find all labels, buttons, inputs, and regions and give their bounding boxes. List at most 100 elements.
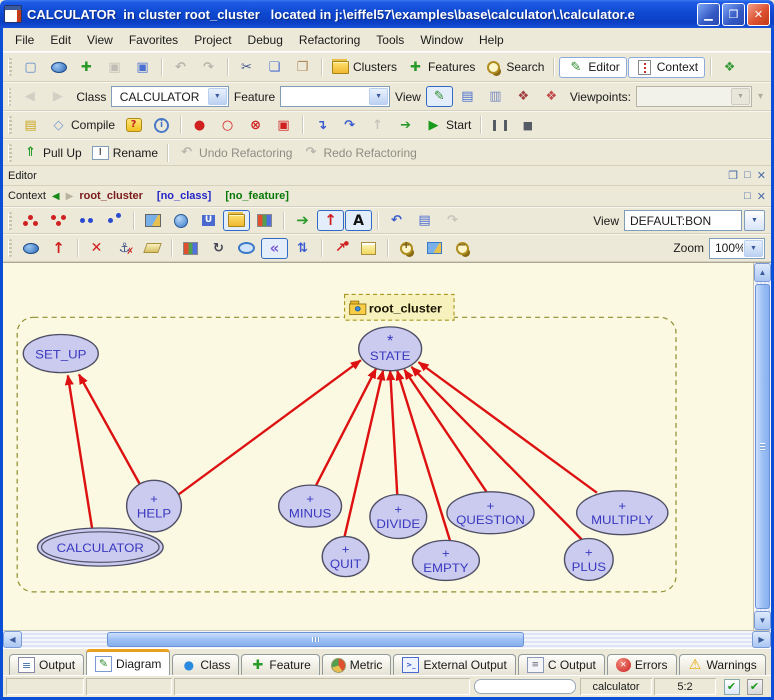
inheritance-link-help-state[interactable] [178, 360, 360, 494]
pull-up-button[interactable]: Pull Up [17, 142, 86, 163]
new-window-button[interactable] [17, 57, 44, 78]
class-node-set_up[interactable]: SET_UP [23, 334, 98, 372]
basic-text-view-button[interactable] [426, 86, 453, 107]
info-button[interactable] [148, 115, 175, 136]
class-supplier-tree-button[interactable] [45, 210, 72, 231]
pause-button[interactable] [486, 115, 513, 136]
breadcrumb-root_cluster[interactable]: root_cluster [79, 190, 143, 202]
diagram-zoom-combobox[interactable]: 100% [709, 238, 765, 259]
step-over-button[interactable] [336, 115, 363, 136]
paste-button[interactable] [289, 57, 316, 78]
diagram-history-button[interactable] [411, 210, 438, 231]
cluster-view-button[interactable] [223, 210, 250, 231]
breakpoint-disable-button[interactable] [214, 115, 241, 136]
maximize-button[interactable] [722, 3, 745, 26]
context-button[interactable]: Context [628, 57, 705, 78]
toolbar-grip[interactable] [8, 88, 11, 106]
relayout-button[interactable] [289, 210, 316, 231]
breakpoint-enable-button[interactable] [186, 115, 213, 136]
scroll-right-button[interactable] [752, 631, 771, 648]
diagram-zoom-dropdown-icon[interactable] [744, 240, 763, 257]
labels-toggle-button[interactable] [345, 210, 372, 231]
menu-item-favorites[interactable]: Favorites [121, 31, 186, 49]
menu-item-project[interactable]: Project [186, 31, 239, 49]
class-node-quit[interactable]: +QUIT [322, 537, 369, 577]
rotate-90-button[interactable] [205, 238, 232, 259]
tab-external-output[interactable]: External Output [393, 654, 515, 675]
tab-errors[interactable]: Errors [607, 654, 677, 675]
delete-item-button[interactable] [83, 238, 110, 259]
editor-button[interactable]: Editor [559, 57, 626, 78]
diagram-canvas[interactable]: SET_UP*STATE+HELPCALCULATOR+MINUS+QUIT+D… [3, 263, 753, 630]
toolbar-grip[interactable] [8, 239, 12, 257]
tab-metric[interactable]: Metric [322, 654, 392, 675]
item-color-button[interactable] [177, 238, 204, 259]
editor-panel-header[interactable]: Editor [3, 166, 771, 186]
tab-warnings[interactable]: Warnings [679, 654, 766, 675]
editor-maximize-icon[interactable] [744, 169, 751, 182]
feature-combobox[interactable] [280, 86, 390, 107]
uml-view-button[interactable] [195, 210, 222, 231]
erase-item-button[interactable] [139, 238, 166, 259]
class-node-calculator[interactable]: CALCULATOR [37, 528, 163, 566]
class-inheritance-tree-button[interactable] [17, 210, 44, 231]
tab-class[interactable]: Class [172, 654, 239, 675]
close-button[interactable] [747, 3, 770, 26]
toolbar-grip[interactable] [8, 58, 12, 76]
cluster-label[interactable]: root_cluster [345, 294, 454, 320]
toolbar-grip[interactable] [8, 116, 12, 134]
add-class-node-button[interactable] [17, 238, 44, 259]
menu-item-window[interactable]: Window [412, 31, 471, 49]
inheritance-link-help-set_up[interactable] [79, 375, 141, 487]
new-development-window-button[interactable] [716, 57, 743, 78]
stop-button[interactable] [514, 115, 541, 136]
copy-button[interactable] [261, 57, 288, 78]
flat-view-button[interactable] [482, 86, 509, 107]
vertical-scrollbar[interactable] [753, 263, 771, 630]
diagram-view-dropdown-icon[interactable] [744, 210, 765, 231]
fit-to-window-button[interactable] [421, 238, 448, 259]
center-diagram-button[interactable] [261, 238, 288, 259]
inheritance-link-calculator-set_up[interactable] [68, 375, 92, 528]
horizontal-scroll-thumb[interactable] [107, 632, 524, 647]
diagram-view-combobox[interactable]: DEFAULT:BON [624, 210, 742, 231]
title-bar[interactable]: CALCULATOR in cluster root_cluster locat… [0, 0, 774, 28]
class-node-question[interactable]: +QUESTION [447, 492, 534, 534]
add-inheritance-link-button[interactable] [45, 238, 72, 259]
add-note-button[interactable] [355, 238, 382, 259]
save-all-button[interactable] [129, 57, 156, 78]
menu-item-view[interactable]: View [79, 31, 121, 49]
step-into-button[interactable] [308, 115, 335, 136]
menu-item-file[interactable]: File [7, 31, 42, 49]
search-button[interactable]: Search [480, 57, 548, 78]
menu-item-tools[interactable]: Tools [368, 31, 412, 49]
horizontal-scrollbar[interactable] [3, 630, 771, 648]
export-cluster-button[interactable] [167, 210, 194, 231]
tab-output[interactable]: Output [9, 654, 84, 675]
feature-combobox-dropdown-icon[interactable] [369, 88, 388, 105]
class-node-plus[interactable]: +PLUS [564, 538, 613, 580]
zoom-out-button[interactable] [449, 238, 476, 259]
class-combobox[interactable]: CALCULATOR [111, 86, 229, 107]
inheritance-relations-button[interactable] [73, 210, 100, 231]
horizontal-scroll-trough[interactable] [22, 631, 752, 648]
add-client-link-button[interactable] [327, 238, 354, 259]
class-diagram[interactable]: SET_UP*STATE+HELPCALCULATOR+MINUS+QUIT+D… [3, 263, 753, 630]
class-node-minus[interactable]: +MINUS [279, 485, 342, 527]
breadcrumb-no_feature[interactable]: [no_feature] [225, 190, 289, 202]
class-node-empty[interactable]: +EMPTY [412, 540, 479, 580]
breadcrumb-no_class[interactable]: [no_class] [157, 190, 211, 202]
class-node-multiply[interactable]: +MULTIPLY [577, 491, 668, 535]
breakpoint-remove-button[interactable] [242, 115, 269, 136]
new-feature-button[interactable] [73, 57, 100, 78]
zoom-in-button[interactable] [393, 238, 420, 259]
menu-item-refactoring[interactable]: Refactoring [291, 31, 368, 49]
menu-item-debug[interactable]: Debug [240, 31, 291, 49]
scroll-up-button[interactable] [754, 263, 771, 282]
remove-anchor-button[interactable] [111, 238, 138, 259]
run-ignoring-breakpoints-button[interactable] [392, 115, 419, 136]
diagram-undo-button[interactable] [383, 210, 410, 231]
flat-contract-view-button[interactable] [538, 86, 565, 107]
cut-button[interactable] [233, 57, 260, 78]
toolbar-grip[interactable] [8, 144, 12, 162]
